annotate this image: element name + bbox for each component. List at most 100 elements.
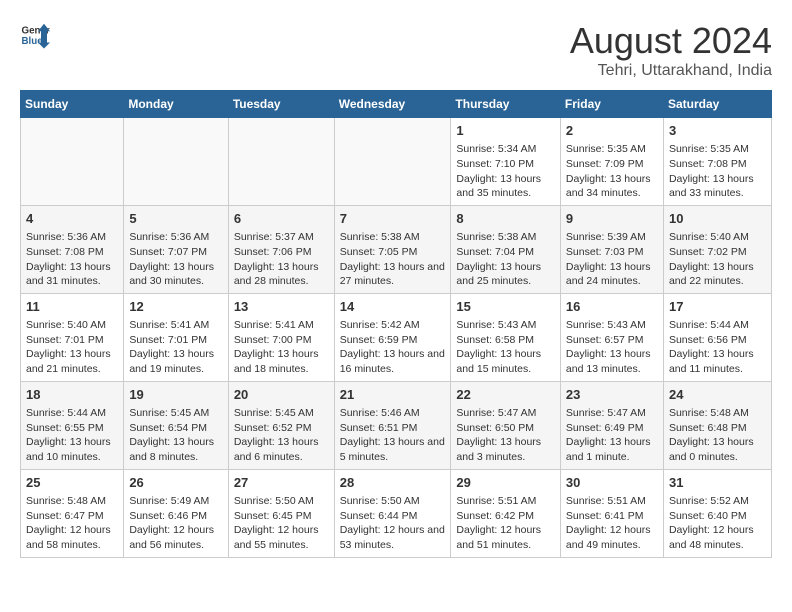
day-info: Sunset: 6:59 PM xyxy=(340,333,446,348)
day-cell xyxy=(334,118,451,206)
day-cell: 24Sunrise: 5:48 AMSunset: 6:48 PMDayligh… xyxy=(663,381,771,469)
day-cell: 15Sunrise: 5:43 AMSunset: 6:58 PMDayligh… xyxy=(451,293,561,381)
day-info: Daylight: 12 hours and 48 minutes. xyxy=(669,523,766,552)
day-info: Sunset: 7:06 PM xyxy=(234,245,329,260)
header-cell-thursday: Thursday xyxy=(451,91,561,118)
day-info: Sunset: 6:41 PM xyxy=(566,509,658,524)
day-info: Sunrise: 5:52 AM xyxy=(669,494,766,509)
day-number: 22 xyxy=(456,386,555,404)
day-number: 1 xyxy=(456,122,555,140)
day-number: 16 xyxy=(566,298,658,316)
day-cell: 23Sunrise: 5:47 AMSunset: 6:49 PMDayligh… xyxy=(560,381,663,469)
day-cell: 27Sunrise: 5:50 AMSunset: 6:45 PMDayligh… xyxy=(228,469,334,557)
day-number: 14 xyxy=(340,298,446,316)
day-number: 25 xyxy=(26,474,118,492)
day-info: Sunrise: 5:43 AM xyxy=(566,318,658,333)
header-cell-wednesday: Wednesday xyxy=(334,91,451,118)
day-number: 24 xyxy=(669,386,766,404)
day-number: 13 xyxy=(234,298,329,316)
day-info: Sunrise: 5:45 AM xyxy=(129,406,222,421)
header: General Blue August 2024 Tehri, Uttarakh… xyxy=(20,20,772,80)
day-info: Daylight: 12 hours and 51 minutes. xyxy=(456,523,555,552)
logo-icon: General Blue xyxy=(20,20,50,50)
day-info: Sunset: 7:02 PM xyxy=(669,245,766,260)
day-cell: 20Sunrise: 5:45 AMSunset: 6:52 PMDayligh… xyxy=(228,381,334,469)
day-info: Sunset: 7:05 PM xyxy=(340,245,446,260)
day-cell: 26Sunrise: 5:49 AMSunset: 6:46 PMDayligh… xyxy=(124,469,228,557)
day-info: Daylight: 13 hours and 1 minute. xyxy=(566,435,658,464)
day-info: Sunrise: 5:48 AM xyxy=(26,494,118,509)
week-row-4: 18Sunrise: 5:44 AMSunset: 6:55 PMDayligh… xyxy=(21,381,772,469)
day-info: Sunset: 6:51 PM xyxy=(340,421,446,436)
day-number: 15 xyxy=(456,298,555,316)
day-info: Sunset: 6:54 PM xyxy=(129,421,222,436)
day-info: Daylight: 13 hours and 5 minutes. xyxy=(340,435,446,464)
day-info: Sunset: 6:45 PM xyxy=(234,509,329,524)
day-info: Daylight: 12 hours and 55 minutes. xyxy=(234,523,329,552)
main-title: August 2024 xyxy=(570,20,772,62)
day-cell xyxy=(124,118,228,206)
day-info: Sunrise: 5:40 AM xyxy=(26,318,118,333)
week-row-2: 4Sunrise: 5:36 AMSunset: 7:08 PMDaylight… xyxy=(21,205,772,293)
day-number: 20 xyxy=(234,386,329,404)
day-info: Sunrise: 5:45 AM xyxy=(234,406,329,421)
day-info: Sunrise: 5:41 AM xyxy=(129,318,222,333)
day-cell: 30Sunrise: 5:51 AMSunset: 6:41 PMDayligh… xyxy=(560,469,663,557)
day-info: Sunset: 6:49 PM xyxy=(566,421,658,436)
day-info: Daylight: 13 hours and 30 minutes. xyxy=(129,260,222,289)
day-number: 12 xyxy=(129,298,222,316)
calendar-table: SundayMondayTuesdayWednesdayThursdayFrid… xyxy=(20,90,772,558)
day-info: Sunset: 7:10 PM xyxy=(456,157,555,172)
day-info: Sunset: 6:58 PM xyxy=(456,333,555,348)
day-info: Daylight: 13 hours and 33 minutes. xyxy=(669,172,766,201)
day-cell: 8Sunrise: 5:38 AMSunset: 7:04 PMDaylight… xyxy=(451,205,561,293)
week-row-5: 25Sunrise: 5:48 AMSunset: 6:47 PMDayligh… xyxy=(21,469,772,557)
day-info: Daylight: 13 hours and 34 minutes. xyxy=(566,172,658,201)
subtitle: Tehri, Uttarakhand, India xyxy=(570,62,772,80)
day-info: Daylight: 13 hours and 18 minutes. xyxy=(234,347,329,376)
day-number: 23 xyxy=(566,386,658,404)
day-info: Sunrise: 5:43 AM xyxy=(456,318,555,333)
day-info: Sunset: 6:57 PM xyxy=(566,333,658,348)
day-info: Daylight: 13 hours and 27 minutes. xyxy=(340,260,446,289)
day-info: Sunset: 7:03 PM xyxy=(566,245,658,260)
day-cell: 12 Sunrise: 5:41 AMSunset: 7:01 PMDayligh… xyxy=(124,293,228,381)
day-info: Sunrise: 5:36 AM xyxy=(26,230,118,245)
day-cell: 6Sunrise: 5:37 AMSunset: 7:06 PMDaylight… xyxy=(228,205,334,293)
day-info: Sunrise: 5:40 AM xyxy=(669,230,766,245)
day-info: Sunset: 6:46 PM xyxy=(129,509,222,524)
day-info: Daylight: 13 hours and 19 minutes. xyxy=(129,347,222,376)
day-info: Sunrise: 5:41 AM xyxy=(234,318,329,333)
day-info: Daylight: 13 hours and 21 minutes. xyxy=(26,347,118,376)
day-cell xyxy=(21,118,124,206)
day-number: 17 xyxy=(669,298,766,316)
day-info: Sunset: 6:52 PM xyxy=(234,421,329,436)
logo: General Blue xyxy=(20,20,50,50)
day-info: Daylight: 13 hours and 31 minutes. xyxy=(26,260,118,289)
day-cell: 7Sunrise: 5:38 AMSunset: 7:05 PMDaylight… xyxy=(334,205,451,293)
day-number: 9 xyxy=(566,210,658,228)
day-info: Sunrise: 5:38 AM xyxy=(456,230,555,245)
day-info: Sunset: 7:01 PM xyxy=(129,333,222,348)
day-info: Daylight: 13 hours and 22 minutes. xyxy=(669,260,766,289)
day-info: Sunset: 6:48 PM xyxy=(669,421,766,436)
day-info: Sunrise: 5:48 AM xyxy=(669,406,766,421)
day-cell: 10 Sunrise: 5:40 AMSunset: 7:02 PMDayligh… xyxy=(663,205,771,293)
day-info: Daylight: 12 hours and 53 minutes. xyxy=(340,523,446,552)
day-cell xyxy=(228,118,334,206)
day-number: 5 xyxy=(129,210,222,228)
header-cell-saturday: Saturday xyxy=(663,91,771,118)
day-info: Sunrise: 5:38 AM xyxy=(340,230,446,245)
day-info: Sunrise: 5:37 AM xyxy=(234,230,329,245)
day-info: Daylight: 13 hours and 24 minutes. xyxy=(566,260,658,289)
day-number: 10 xyxy=(669,210,766,228)
svg-text:Blue: Blue xyxy=(22,36,44,47)
day-info: Sunrise: 5:46 AM xyxy=(340,406,446,421)
week-row-3: 11Sunrise: 5:40 AMSunset: 7:01 PMDayligh… xyxy=(21,293,772,381)
header-cell-monday: Monday xyxy=(124,91,228,118)
day-number: 27 xyxy=(234,474,329,492)
day-number: 6 xyxy=(234,210,329,228)
header-row: SundayMondayTuesdayWednesdayThursdayFrid… xyxy=(21,91,772,118)
day-info: Sunrise: 5:50 AM xyxy=(340,494,446,509)
day-info: Sunrise: 5:35 AM xyxy=(669,142,766,157)
